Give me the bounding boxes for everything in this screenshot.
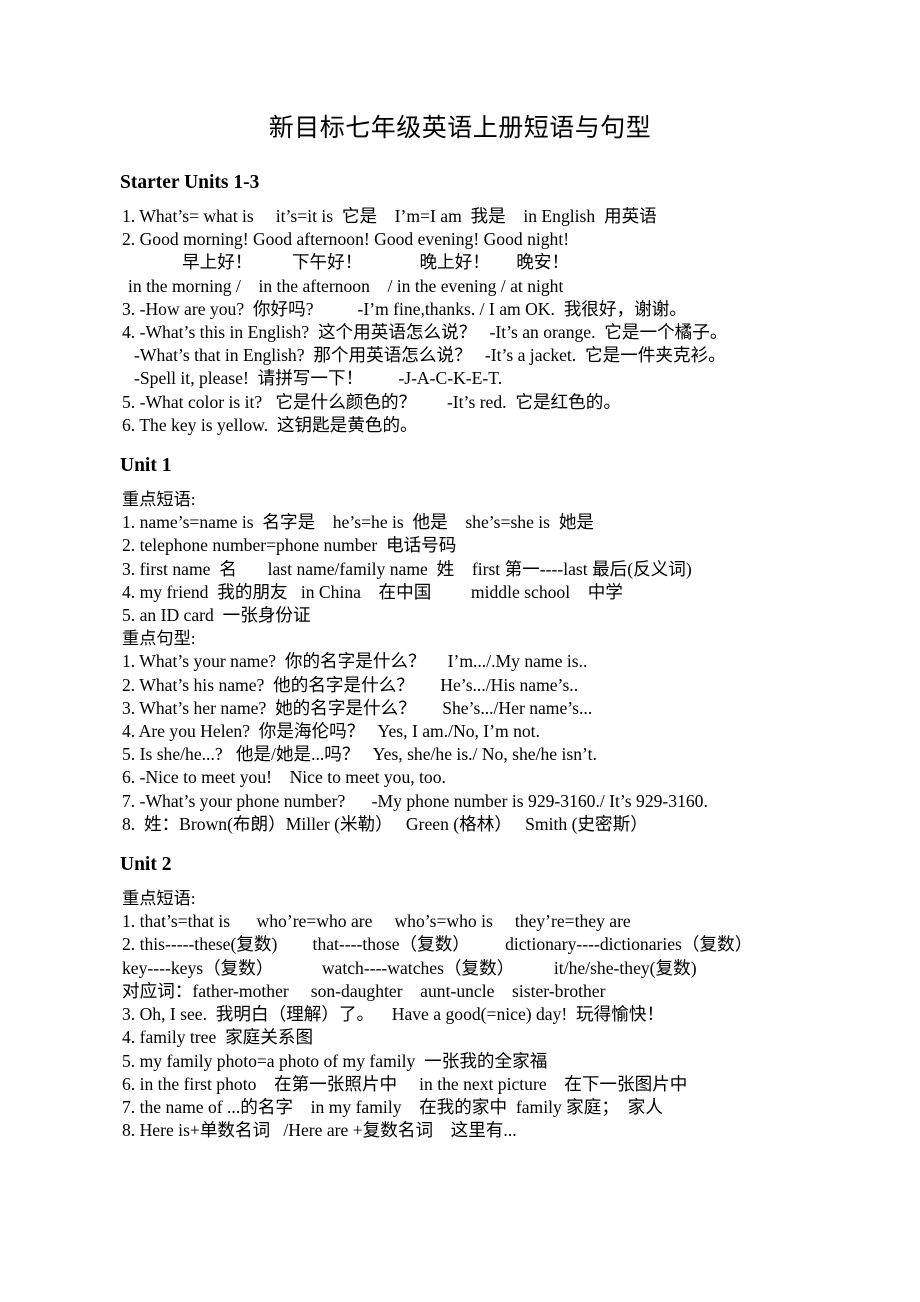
document-page: 新目标七年级英语上册短语与句型 Starter Units 1-3 1. Wha… xyxy=(0,0,920,1302)
text-line: 3. -How are you? 你好吗? -I’m fine,thanks. … xyxy=(122,298,687,319)
subsection-label-phrases: 重点短语: xyxy=(122,490,196,510)
text-line: 5. my family photo=a photo of my family … xyxy=(122,1050,548,1071)
text-line: 6. -Nice to meet you! Nice to meet you, … xyxy=(122,767,446,788)
text-line: -Spell it, please! 请拼写一下！ -J-A-C-K-E-T. xyxy=(134,368,503,389)
text-line: 对应词：father-mother son-daughter aunt-uncl… xyxy=(122,980,606,1001)
text-line: 8. Here is+单数名词 /Here are +复数名词 这里有... xyxy=(122,1120,517,1141)
text-line: 4. -What’s this in English? 这个用英语怎么说？ -I… xyxy=(122,322,728,343)
text-line: 早上好！ 下午好！ 晚上好！ 晚安！ xyxy=(182,252,570,273)
text-line: 2. telephone number=phone number 电话号码 xyxy=(122,535,457,556)
text-line: 2. this-----these(复数) that----those（复数） … xyxy=(122,934,753,955)
text-line: -What’s that in English? 那个用英语怎么说？ -It’s… xyxy=(134,345,726,366)
text-line: 5. -What color is it? 它是什么颜色的？ -It’s red… xyxy=(122,391,621,412)
text-line: 7. the name of ...的名字 in my family 在我的家中… xyxy=(122,1096,663,1117)
text-line: 1. that’s=that is who’re=who are who’s=w… xyxy=(122,911,631,932)
section-heading-starter: Starter Units 1-3 xyxy=(120,172,260,193)
subsection-label-phrases: 重点短语: xyxy=(122,889,196,909)
section-body-starter: 1. What’s= what is it’s=it is 它是 I’m=I a… xyxy=(0,198,920,437)
text-line: 1. What’s= what is it’s=it is 它是 I’m=I a… xyxy=(122,206,657,226)
text-line: 4. Are you Helen? 你是海伦吗？ Yes, I am./No, … xyxy=(122,721,540,742)
page-title: 新目标七年级英语上册短语与句型 xyxy=(268,115,652,142)
text-line: 5. Is she/he...? 他是/她是...吗？ Yes, she/he … xyxy=(122,744,597,765)
text-line: key----keys（复数） watch----watches（复数） it/… xyxy=(122,957,697,978)
section-body-unit-2: 重点短语: 1. that’s=that is who’re=who are w… xyxy=(0,880,920,1142)
text-line: 6. in the first photo 在第一张照片中 in the nex… xyxy=(122,1073,688,1094)
section-heading-unit-1: Unit 1 xyxy=(120,455,172,477)
text-line: 4. family tree 家庭关系图 xyxy=(122,1027,314,1048)
text-line: 2. What’s his name? 他的名字是什么？ He’s.../His… xyxy=(122,674,579,695)
section-body-unit-1: 重点短语: 1. name’s=name is 名字是 he’s=he is 他… xyxy=(0,481,920,836)
subsection-label-patterns: 重点句型: xyxy=(122,629,196,649)
text-line: 2. Good morning! Good afternoon! Good ev… xyxy=(122,229,570,250)
text-line: 7. -What’s your phone number? -My phone … xyxy=(122,790,708,811)
text-line: 1. name’s=name is 名字是 he’s=he is 他是 she’… xyxy=(122,512,595,533)
text-line: 5. an ID card 一张身份证 xyxy=(122,605,311,626)
text-line: 3. What’s her name? 她的名字是什么？ She’s.../He… xyxy=(122,697,593,718)
text-line: 3. first name 名 last name/family name 姓 … xyxy=(122,558,692,579)
text-line: 8. 姓：Brown(布朗）Miller (米勒） Green (格林） Smi… xyxy=(122,813,648,834)
section-heading-unit-2: Unit 2 xyxy=(120,854,172,876)
text-line: 4. my friend 我的朋友 in China 在中国 middle sc… xyxy=(122,581,623,602)
text-line: in the morning / in the afternoon / in t… xyxy=(128,275,564,296)
text-line: 3. Oh, I see. 我明白（理解）了。 Have a good(=nic… xyxy=(122,1004,665,1025)
text-line: 6. The key is yellow. 这钥匙是黄色的。 xyxy=(122,414,418,435)
text-line: 1. What’s your name? 你的名字是什么？ I’m.../.My… xyxy=(122,651,588,672)
